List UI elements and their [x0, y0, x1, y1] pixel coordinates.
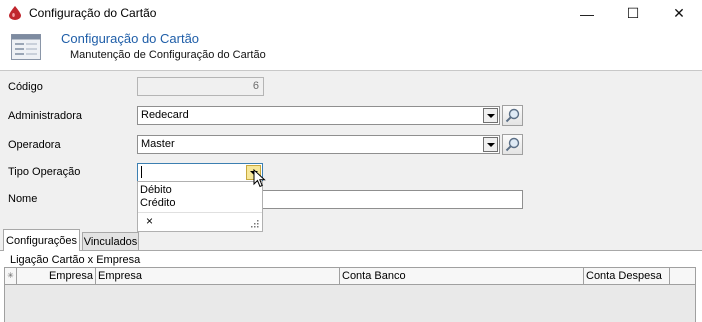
- column-header-empresa-code[interactable]: Empresa: [17, 268, 96, 284]
- title-bar: Configuração do Cartão — ☐ ✕: [0, 0, 702, 27]
- header-banner: Configuração do Cartão Manutenção de Con…: [0, 27, 702, 71]
- chevron-down-icon: [486, 142, 495, 147]
- administradora-value: Redecard: [141, 109, 189, 121]
- search-icon: [505, 137, 520, 152]
- form-panel: Código 6 Administradora Redecard Operado…: [0, 71, 702, 322]
- maximize-button[interactable]: ☐: [610, 0, 656, 27]
- column-header-conta-banco[interactable]: Conta Banco: [340, 268, 584, 284]
- tipo-operacao-combobox[interactable]: [137, 163, 263, 182]
- nome-label: Nome: [8, 193, 38, 205]
- form-window-icon: [11, 34, 41, 60]
- chevron-down-icon: [486, 113, 495, 118]
- minimize-icon: —: [580, 5, 594, 22]
- operadora-combobox[interactable]: Master: [137, 135, 500, 154]
- administradora-label: Administradora: [8, 110, 82, 122]
- administradora-combobox[interactable]: Redecard: [137, 106, 500, 125]
- resize-grip-icon[interactable]: [251, 220, 259, 228]
- administradora-dropdown-button[interactable]: [483, 108, 498, 123]
- operadora-value: Master: [141, 138, 175, 150]
- column-header-empresa[interactable]: Empresa: [96, 268, 340, 284]
- text-caret: [141, 166, 142, 179]
- clear-icon[interactable]: ×: [146, 214, 153, 228]
- option-credito[interactable]: Crédito: [140, 197, 175, 209]
- row-indicator-icon[interactable]: ✳: [5, 268, 17, 284]
- data-grid[interactable]: ✳ Empresa Empresa Conta Banco Conta Desp…: [4, 267, 696, 322]
- window-title: Configuração do Cartão: [29, 6, 157, 20]
- operadora-label: Operadora: [8, 139, 61, 151]
- column-header-conta-despesa[interactable]: Conta Despesa: [584, 268, 670, 284]
- grid-header: ✳ Empresa Empresa Conta Banco Conta Desp…: [5, 268, 695, 285]
- tipo-operacao-label: Tipo Operação: [8, 166, 81, 178]
- tab-content: Ligação Cartão x Empresa ✳ Empresa Empre…: [0, 250, 702, 322]
- operadora-search-button[interactable]: [502, 134, 523, 155]
- operadora-dropdown-button[interactable]: [483, 137, 498, 152]
- tab-vinculados[interactable]: Vinculados: [82, 232, 139, 251]
- option-debito[interactable]: Débito: [140, 184, 172, 196]
- tab-configuracoes[interactable]: Configurações: [3, 229, 80, 251]
- search-icon: [505, 108, 520, 123]
- page-title: Configuração do Cartão: [61, 31, 200, 46]
- tipo-operacao-dropdown-list: Débito Crédito ×: [137, 181, 263, 232]
- app-drop-icon: [9, 6, 21, 20]
- page-subtitle: Manutenção de Configuração do Cartão: [70, 49, 266, 61]
- close-icon: ✕: [673, 5, 685, 21]
- maximize-icon: ☐: [626, 5, 640, 21]
- grid-caption: Ligação Cartão x Empresa: [10, 254, 141, 266]
- codigo-label: Código: [8, 81, 43, 93]
- close-button[interactable]: ✕: [656, 0, 702, 27]
- codigo-field: 6: [137, 77, 264, 96]
- popup-divider: [138, 212, 262, 213]
- mouse-cursor-icon: [253, 169, 266, 188]
- tab-label: Configurações: [6, 234, 77, 247]
- administradora-search-button[interactable]: [502, 105, 523, 126]
- minimize-button[interactable]: —: [564, 0, 610, 27]
- tab-label: Vinculados: [83, 236, 138, 248]
